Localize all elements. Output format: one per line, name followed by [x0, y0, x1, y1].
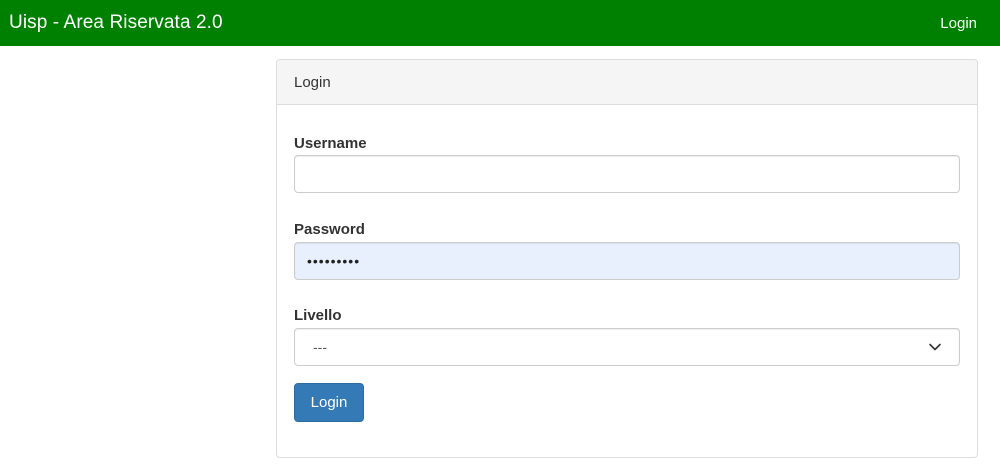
login-submit-button[interactable]: Login [294, 383, 364, 422]
password-input[interactable]: ••••••••• [294, 242, 960, 280]
password-mask: ••••••••• [307, 253, 361, 269]
password-label: Password [294, 221, 365, 238]
login-panel: Login Username Password ••••••••• Livell… [276, 59, 978, 458]
top-navbar: Uisp - Area Riservata 2.0 Login [0, 0, 1000, 46]
panel-heading: Login [277, 60, 977, 105]
livello-select[interactable]: --- [294, 328, 960, 366]
chevron-down-icon [929, 343, 941, 351]
username-label: Username [294, 135, 367, 152]
nav-login-link[interactable]: Login [940, 15, 977, 32]
livello-label: Livello [294, 307, 342, 324]
livello-selected-value: --- [313, 339, 327, 355]
username-input[interactable] [294, 155, 960, 193]
app-brand[interactable]: Uisp - Area Riservata 2.0 [9, 12, 223, 34]
